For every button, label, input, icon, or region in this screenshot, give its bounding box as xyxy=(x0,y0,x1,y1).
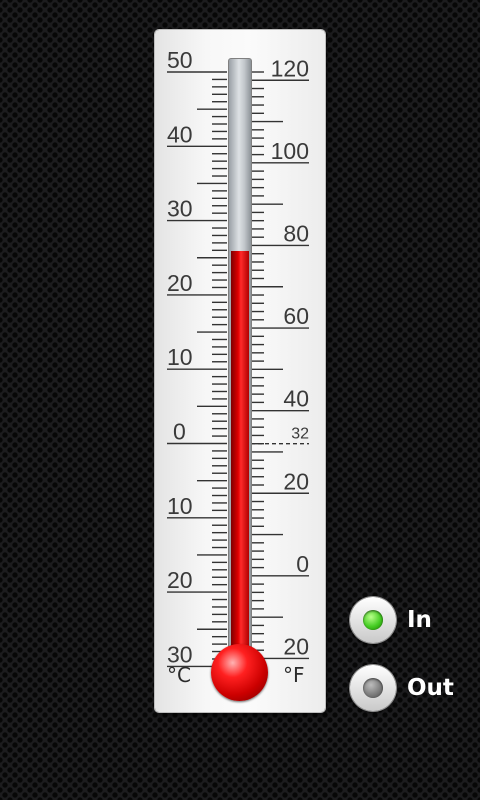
mode-option-out[interactable]: Out xyxy=(350,665,454,711)
celsius-label: 20 xyxy=(167,270,193,296)
fahrenheit-labels: 120 100 80 60 40 32 20 0 20 xyxy=(271,55,309,659)
celsius-label: 50 xyxy=(167,47,193,73)
mercury-column xyxy=(231,251,249,679)
celsius-unit-label: °C xyxy=(167,663,191,687)
celsius-labels: 50403020100102030 xyxy=(167,47,193,667)
fahrenheit-label: 80 xyxy=(283,220,309,246)
fahrenheit-label: 40 xyxy=(283,386,309,412)
fahrenheit-label: 60 xyxy=(283,303,309,329)
radio-button-out[interactable] xyxy=(350,665,396,711)
radio-indicator-out xyxy=(363,678,383,698)
celsius-label: 20 xyxy=(167,567,193,593)
fahrenheit-label: 100 xyxy=(271,138,309,164)
fahrenheit-unit-label: °F xyxy=(283,663,305,687)
radio-label-in: In xyxy=(407,607,432,633)
fahrenheit-label: 20 xyxy=(283,633,309,659)
celsius-label: 30 xyxy=(167,196,193,222)
thermometer-bulb xyxy=(211,644,268,701)
celsius-label: 10 xyxy=(167,344,193,370)
celsius-label: 0 xyxy=(173,419,186,445)
radio-indicator-in xyxy=(363,610,383,630)
thermometer-tube xyxy=(228,58,252,679)
fahrenheit-label: 32 xyxy=(291,426,309,443)
fahrenheit-label: 20 xyxy=(283,468,309,494)
thermometer-panel: 50 40 30 20 10 0 10 20 30 120 100 80 60 40 32 20 0 20 °C… xyxy=(155,30,325,712)
celsius-label: 40 xyxy=(167,121,193,147)
celsius-label: 10 xyxy=(167,493,193,519)
radio-button-in[interactable] xyxy=(350,597,396,643)
fahrenheit-label: 0 xyxy=(296,551,309,577)
radio-label-out: Out xyxy=(407,675,454,701)
mode-option-in[interactable]: In xyxy=(350,597,432,643)
fahrenheit-label: 120 xyxy=(271,55,309,81)
